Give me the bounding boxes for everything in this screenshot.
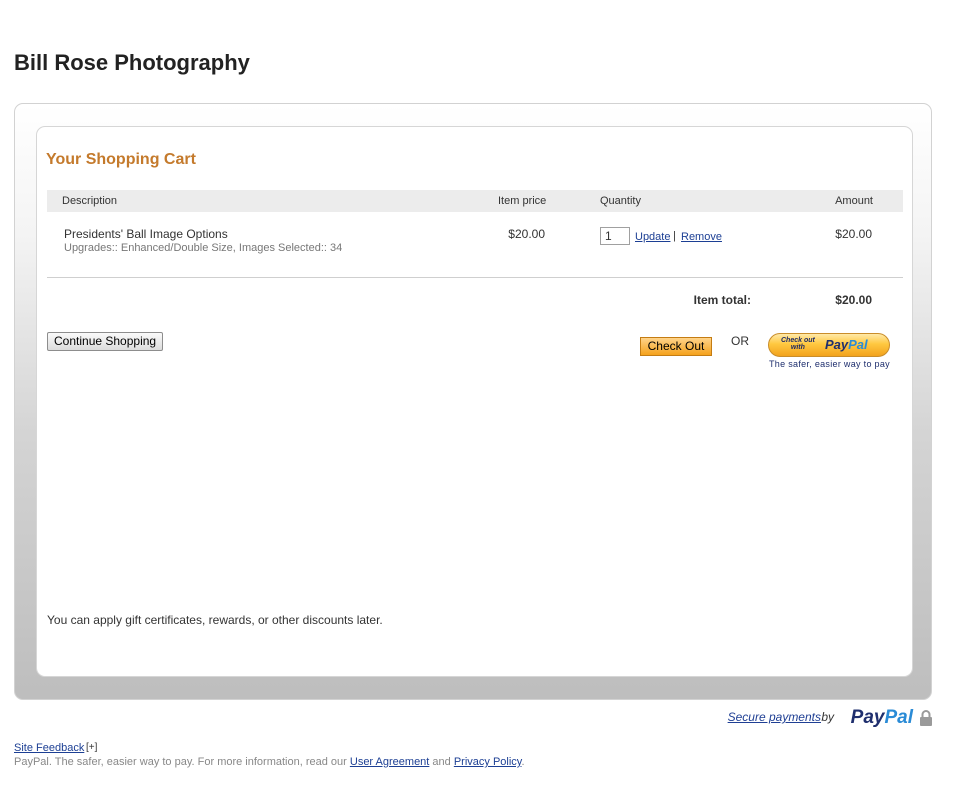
or-label: OR — [731, 334, 749, 348]
item-name: Presidents' Ball Image Options — [64, 227, 228, 241]
footer-info: PayPal. The safer, easier way to pay. Fo… — [14, 756, 525, 768]
site-feedback-link[interactable]: Site Feedback — [14, 742, 84, 754]
remove-link[interactable]: Remove — [681, 231, 722, 243]
cart-panel: Your Shopping Cart Description Item pric… — [36, 126, 913, 677]
user-agreement-link[interactable]: User Agreement — [350, 756, 429, 768]
cart-table-header: Description Item price Quantity Amount — [47, 190, 903, 212]
check-out-button[interactable]: Check Out — [640, 337, 712, 356]
cart-outer-panel: Your Shopping Cart Description Item pric… — [14, 103, 932, 700]
column-header-item-price: Item price — [498, 195, 547, 207]
cart-heading: Your Shopping Cart — [46, 151, 196, 168]
quantity-input[interactable] — [600, 227, 630, 245]
site-feedback-expand[interactable]: [+] — [86, 742, 97, 753]
paypal-checkout-button[interactable]: Check out with PayPal — [768, 333, 890, 357]
discount-note: You can apply gift certificates, rewards… — [47, 613, 383, 627]
paypal-button-small-text: Check out with — [781, 337, 815, 351]
column-header-amount: Amount — [835, 195, 873, 207]
item-price: $20.00 — [508, 227, 545, 241]
item-total-value: $20.00 — [835, 293, 872, 307]
secure-by-label: by — [821, 710, 834, 724]
item-options: Upgrades:: Enhanced/Double Size, Images … — [64, 242, 343, 254]
column-header-description: Description — [62, 195, 118, 207]
paypal-tagline: The safer, easier way to pay — [769, 359, 890, 369]
link-separator: | — [673, 230, 676, 242]
item-total-label: Item total: — [693, 293, 751, 307]
secure-payments-link[interactable]: Secure payments — [728, 710, 821, 724]
column-header-quantity: Quantity — [600, 195, 641, 207]
lock-icon — [920, 710, 932, 726]
continue-shopping-button[interactable]: Continue Shopping — [47, 332, 164, 351]
secure-payments-line: Secure payments by PayPal — [703, 707, 933, 729]
paypal-logo: PayPal — [850, 707, 913, 728]
cart-divider — [47, 277, 903, 278]
privacy-policy-link[interactable]: Privacy Policy — [454, 756, 522, 768]
paypal-button-logo: PayPal — [825, 337, 868, 352]
item-amount: $20.00 — [835, 227, 872, 241]
store-title: Bill Rose Photography — [14, 50, 250, 75]
update-link[interactable]: Update — [635, 231, 670, 243]
